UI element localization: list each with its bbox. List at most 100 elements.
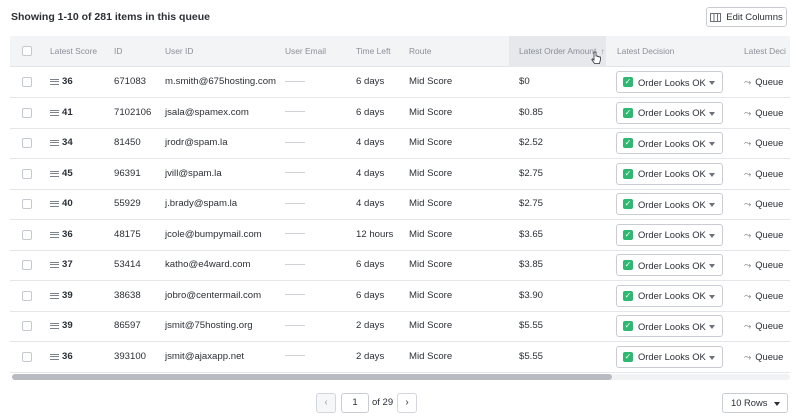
column-header-user-id[interactable]: User ID xyxy=(165,36,193,67)
table-row[interactable]: 40 55929 j.brady@spam.la 4 days Mid Scor… xyxy=(10,189,790,220)
column-header-latest-score[interactable]: Latest Score xyxy=(50,36,97,67)
score-cell: 36 xyxy=(50,67,73,97)
decision-dropdown[interactable]: ✓ Order Looks OK xyxy=(616,315,723,337)
chevron-down-icon xyxy=(709,233,715,238)
check-icon: ✓ xyxy=(623,260,633,270)
user-email-cell xyxy=(285,67,305,97)
id-cell: 671083 xyxy=(114,76,147,87)
table-row[interactable]: 34 81450 jrodr@spam.la 4 days Mid Score … xyxy=(10,128,790,159)
row-checkbox[interactable] xyxy=(22,77,32,87)
time-left-cell: 4 days xyxy=(356,137,385,148)
score-value: 40 xyxy=(62,198,73,209)
decision-dropdown[interactable]: ✓ Order Looks OK xyxy=(616,132,723,154)
score-value: 34 xyxy=(62,137,73,148)
column-header-amount-label: Latest Order Amount xyxy=(519,46,597,56)
id-cell: 7102106 xyxy=(114,106,152,118)
scrollbar-thumb[interactable] xyxy=(12,374,612,380)
chevron-down-icon xyxy=(709,81,715,85)
next-page-button[interactable]: › xyxy=(397,393,417,413)
queue-action[interactable]: ⤳ Queue xyxy=(744,128,783,158)
user-id-cell: j.brady@spam.la xyxy=(165,198,238,209)
table-row[interactable]: 37 53414 katho@e4ward.com 6 days Mid Sco… xyxy=(10,250,790,281)
column-header-latest-decision-2[interactable]: Latest Deci xyxy=(744,36,786,67)
empty-value-dash xyxy=(285,202,305,204)
table-row[interactable]: 36 671083 m.smith@675hosting.com 6 days … xyxy=(10,67,790,98)
decision-value: Order Looks OK xyxy=(638,290,706,301)
user-id-cell: jcole@bumpymail.com xyxy=(165,228,262,240)
column-header-route[interactable]: Route xyxy=(409,36,431,67)
previous-page-button[interactable]: ‹ xyxy=(316,393,336,413)
decision-dropdown[interactable]: ✓ Order Looks OK xyxy=(616,223,723,246)
queue-action[interactable]: ⤳ Queue xyxy=(744,220,783,250)
column-header-id[interactable]: ID xyxy=(114,36,122,67)
score-value: 39 xyxy=(62,320,73,331)
queue-action[interactable]: ⤳ Queue xyxy=(744,342,783,372)
row-checkbox[interactable] xyxy=(22,321,32,331)
decision-dropdown[interactable]: ✓ Order Looks OK xyxy=(616,254,723,276)
column-header-latest-decision[interactable]: Latest Decision xyxy=(617,36,674,67)
queue-action[interactable]: ⤳ Queue xyxy=(744,250,783,280)
user-id-cell: katho@e4ward.com xyxy=(165,259,251,270)
score-value: 41 xyxy=(62,106,73,118)
row-checkbox[interactable] xyxy=(22,351,32,362)
route-cell: Mid Score xyxy=(409,137,453,148)
amount-cell: $0 xyxy=(519,76,530,87)
edit-columns-label: Edit Columns xyxy=(726,11,783,23)
table-row[interactable]: 39 86597 jsmit@75hosting.org 2 days Mid … xyxy=(10,311,790,342)
queue-action[interactable]: ⤳ Queue xyxy=(744,189,783,219)
score-value: 36 xyxy=(62,76,73,87)
time-left-cell: 2 days xyxy=(356,320,385,331)
decision-dropdown[interactable]: ✓ Order Looks OK xyxy=(616,101,723,124)
row-checkbox[interactable] xyxy=(22,199,32,209)
row-checkbox[interactable] xyxy=(22,260,32,270)
queue-action[interactable]: ⤳ Queue xyxy=(744,281,783,311)
row-checkbox[interactable] xyxy=(22,290,32,301)
queue-action[interactable]: ⤳ Queue xyxy=(744,159,783,189)
empty-value-dash xyxy=(285,80,305,82)
decision-dropdown[interactable]: ✓ Order Looks OK xyxy=(616,193,723,215)
decision-dropdown[interactable]: ✓ Order Looks OK xyxy=(616,345,723,368)
id-cell: 96391 xyxy=(114,167,141,179)
queue-action[interactable]: ⤳ Queue xyxy=(744,67,783,97)
queue-action[interactable]: ⤳ Queue xyxy=(744,98,783,128)
check-icon: ✓ xyxy=(623,199,633,209)
column-header-time-left[interactable]: Time Left xyxy=(356,36,391,67)
table-row[interactable]: 36 48175 jcole@bumpymail.com 12 hours Mi… xyxy=(10,220,790,251)
table-row[interactable]: 41 7102106 jsala@spamex.com 6 days Mid S… xyxy=(10,98,790,129)
queue-label: Queue xyxy=(755,259,784,270)
score-bars-icon xyxy=(50,231,59,238)
score-value: 36 xyxy=(62,350,73,362)
table-row[interactable]: 36 393100 jsmit@ajaxapp.net 2 days Mid S… xyxy=(10,342,790,373)
table-header: Latest Score ID User ID User Email Time … xyxy=(10,36,790,67)
row-checkbox[interactable] xyxy=(22,107,32,118)
row-checkbox[interactable] xyxy=(22,229,32,240)
row-checkbox[interactable] xyxy=(22,138,32,148)
table-row[interactable]: 39 38638 jobro@centermail.com 6 days Mid… xyxy=(10,281,790,312)
user-email-cell xyxy=(285,128,305,158)
page-number-input[interactable]: 1 xyxy=(341,393,369,413)
user-email-cell xyxy=(285,250,305,280)
row-checkbox[interactable] xyxy=(22,168,32,179)
decision-dropdown[interactable]: ✓ Order Looks OK xyxy=(616,284,723,307)
queue-label: Queue xyxy=(755,198,784,209)
user-id-cell: jsmit@75hosting.org xyxy=(165,320,253,331)
queue-action[interactable]: ⤳ Queue xyxy=(744,311,783,341)
rows-per-page-select[interactable]: 10 Rows xyxy=(722,393,788,413)
column-header-user-email[interactable]: User Email xyxy=(285,36,326,67)
time-left-cell: 6 days xyxy=(356,106,385,118)
horizontal-scrollbar[interactable] xyxy=(12,374,790,380)
user-id-cell: m.smith@675hosting.com xyxy=(165,76,277,87)
edit-columns-button[interactable]: Edit Columns xyxy=(706,7,787,27)
table-row[interactable]: 45 96391 jvill@spam.la 4 days Mid Score … xyxy=(10,159,790,190)
amount-cell: $0.85 xyxy=(519,106,544,118)
check-icon: ✓ xyxy=(623,229,633,240)
amount-cell: $3.65 xyxy=(519,228,544,240)
check-icon: ✓ xyxy=(623,290,633,301)
queue-label: Queue xyxy=(755,137,784,148)
decision-dropdown[interactable]: ✓ Order Looks OK xyxy=(616,71,723,93)
select-all-checkbox[interactable] xyxy=(22,46,32,56)
decision-dropdown[interactable]: ✓ Order Looks OK xyxy=(616,162,723,185)
amount-cell: $3.85 xyxy=(519,259,544,270)
score-cell: 45 xyxy=(50,159,73,189)
user-email-cell xyxy=(285,98,305,128)
